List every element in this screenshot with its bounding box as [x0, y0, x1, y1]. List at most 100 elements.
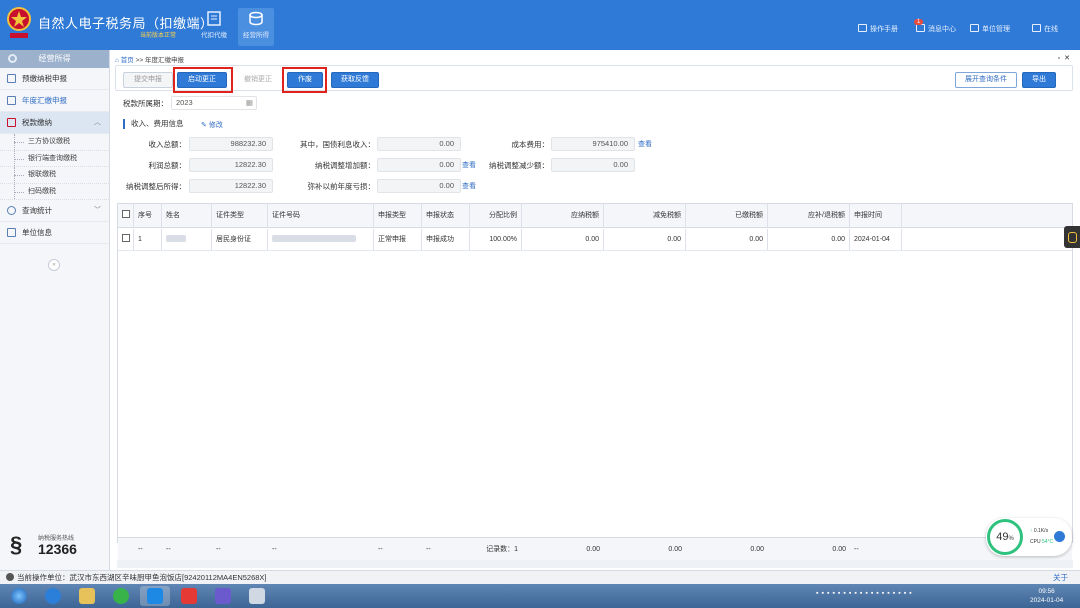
phone-icon: §	[10, 532, 23, 557]
edit-label: 修改	[208, 122, 223, 129]
total-profit-field: 12822.30	[189, 158, 273, 172]
panel-window-controls[interactable]: ▫✕	[1058, 54, 1074, 62]
submit-button[interactable]: 提交申报	[123, 72, 173, 88]
cell-tax-paid: 0.00	[686, 229, 768, 250]
manual-icon	[858, 24, 867, 32]
taskbar-wps-icon[interactable]	[174, 586, 204, 606]
foot-tax-due: 0.00	[832, 546, 846, 553]
unit-admin-link[interactable]: 单位管理	[970, 24, 1010, 34]
sidebar-header: 经营所得	[0, 50, 109, 68]
breadcrumb-separator: >>	[135, 57, 144, 64]
get-feedback-button[interactable]: 获取反馈	[331, 72, 379, 88]
calendar-icon: ▦	[245, 98, 253, 107]
sidebar-sub-bank-query[interactable]: 银行端查询缴税	[0, 150, 109, 167]
breadcrumb-current: 年度汇缴申报	[144, 57, 184, 64]
manual-link[interactable]: 操作手册	[858, 24, 898, 34]
search-icon	[7, 206, 16, 215]
treasury-interest-label: 其中，国债利息收入：	[300, 140, 375, 149]
system-monitor-widget[interactable]: 49% ↑ 0.1K/s CPU 54°C	[986, 518, 1072, 556]
period-input[interactable]: 2023 ▦	[171, 96, 257, 110]
col-tax-due: 应补/退税额	[768, 204, 850, 227]
table-row[interactable]: 1 居民身份证 正常申报 申报成功 100.00% 0.00 0.00 0.00…	[118, 229, 1072, 251]
table-header: 序号 姓名 证件类型 证件号码 申报类型 申报状态 分配比例 应纳税额 减免税额…	[118, 204, 1072, 228]
edit-link[interactable]: ✎ 修改	[201, 120, 223, 130]
taskbar-clock[interactable]: 09:56 2024-01-04	[1030, 587, 1063, 605]
chevron-down-icon: ﹀	[94, 207, 101, 214]
message-badge: 1	[914, 19, 924, 25]
system-tray[interactable]: ▪▪▪▪▪▪▪▪▪▪▪▪▪▪▪▪▪▪	[816, 590, 915, 597]
period-value: 2023	[176, 98, 193, 107]
section-title: 收入、费用信息	[123, 119, 184, 129]
total-income-label: 收入总额：	[148, 140, 187, 149]
cell-decl-type: 正常申报	[374, 229, 422, 250]
taskbar-ie-icon[interactable]	[38, 586, 68, 606]
memory-unit: %	[1008, 536, 1014, 542]
cell-tax-due: 0.00	[768, 229, 850, 250]
sidebar-item-label: 查询统计	[22, 206, 52, 215]
main-panel: ⌂ 首页 >> 年度汇缴申报 ▫✕ 提交申报 启动更正 撤销更正 作废 获取反馈…	[111, 50, 1080, 570]
online-status[interactable]: 在线	[1032, 24, 1058, 34]
sidebar-item-label: 税款缴纳	[22, 118, 52, 127]
boost-icon[interactable]	[1054, 531, 1065, 542]
highlight-box-void	[282, 67, 327, 93]
tax-emblem-icon	[7, 7, 31, 38]
current-unit-text: 当前操作单位：武汉市东西湖区辛味厨甲鱼泡饭店[92420112MA4EN5268…	[17, 573, 267, 582]
sidebar-item-tax-payment[interactable]: 税款缴纳 ︿	[0, 112, 109, 134]
sidebar-item-unit-info[interactable]: 单位信息	[0, 222, 109, 244]
sidebar-item-prepay[interactable]: 预缴纳税申报	[0, 68, 109, 90]
side-widget-tab[interactable]	[1064, 226, 1080, 248]
taskbar-app-icon[interactable]	[208, 586, 238, 606]
col-seq: 序号	[134, 204, 162, 227]
hotline-number: 12366	[38, 541, 77, 557]
sidebar-item-annual[interactable]: 年度汇缴申报	[0, 90, 109, 112]
select-all-checkbox[interactable]	[118, 204, 134, 227]
cancel-correction-button[interactable]: 撤销更正	[235, 72, 281, 88]
col-decl-status: 申报状态	[422, 204, 470, 227]
row-checkbox[interactable]	[118, 229, 134, 250]
message-label: 消息中心	[928, 26, 956, 33]
cpu-temp: CPU 54°C	[1030, 539, 1053, 545]
expand-search-button[interactable]: 展开查询条件	[955, 72, 1017, 88]
export-button[interactable]: 导出	[1022, 72, 1056, 88]
prior-loss-view-link[interactable]: 查看	[462, 181, 476, 191]
sidebar-item-label: 单位信息	[22, 228, 52, 237]
foot-tax-paid: 0.00	[750, 546, 764, 553]
tab-business-income[interactable]: 经营所得	[238, 8, 274, 46]
breadcrumb: ⌂ 首页 >> 年度汇缴申报	[115, 54, 184, 64]
cell-seq: 1	[134, 229, 162, 250]
foot-seq: --	[138, 546, 143, 553]
col-id-type: 证件类型	[212, 204, 268, 227]
sidebar-sub-qrcode[interactable]: 扫码缴税	[0, 183, 109, 200]
col-decl-type: 申报类型	[374, 204, 422, 227]
breadcrumb-home[interactable]: 首页	[121, 57, 134, 64]
sidebar-item-label: 年度汇缴申报	[22, 96, 67, 105]
prior-loss-label: 弥补以前年度亏损：	[307, 182, 376, 191]
clock-time: 09:56	[1038, 588, 1055, 595]
sidebar-item-label: 预缴纳税申报	[22, 74, 67, 83]
foot-id-no: --	[272, 546, 277, 553]
cell-ratio: 100.00%	[470, 229, 522, 250]
foot-id-type: --	[216, 546, 221, 553]
taskbar-360-browser-icon[interactable]	[106, 586, 136, 606]
message-center-link[interactable]: 1 消息中心	[914, 19, 956, 34]
cost-label: 成本费用：	[511, 140, 550, 149]
cost-view-link[interactable]: 查看	[638, 139, 652, 149]
payment-icon	[7, 118, 16, 127]
sidebar-item-query-stats[interactable]: 查询统计 ﹀	[0, 200, 109, 222]
cpu-temp-value: 54°C	[1041, 539, 1054, 545]
horizontal-scrollbar[interactable]	[117, 560, 1073, 568]
sidebar-sub-tripartite[interactable]: 三方协议缴税	[0, 134, 109, 151]
taskbar-notepad-icon[interactable]	[242, 586, 272, 606]
taskbar-tax-app-icon[interactable]	[140, 586, 170, 606]
collapse-sidebar-button[interactable]: «	[48, 259, 60, 271]
tax-adj-decrease-label: 纳税调整减少额：	[489, 161, 549, 170]
about-link[interactable]: 关于	[1053, 571, 1068, 584]
withholding-icon	[207, 11, 221, 26]
sidebar-sub-unionpay[interactable]: 银联缴税	[0, 167, 109, 184]
taskbar-explorer-icon[interactable]	[72, 586, 102, 606]
start-button[interactable]	[4, 586, 34, 606]
tab-withholding[interactable]: 代扣代缴	[196, 8, 232, 46]
tax-adj-increase-view-link[interactable]: 查看	[462, 160, 476, 170]
treasury-interest-field: 0.00	[377, 137, 461, 151]
period-label: 税款所属期：	[123, 99, 168, 108]
